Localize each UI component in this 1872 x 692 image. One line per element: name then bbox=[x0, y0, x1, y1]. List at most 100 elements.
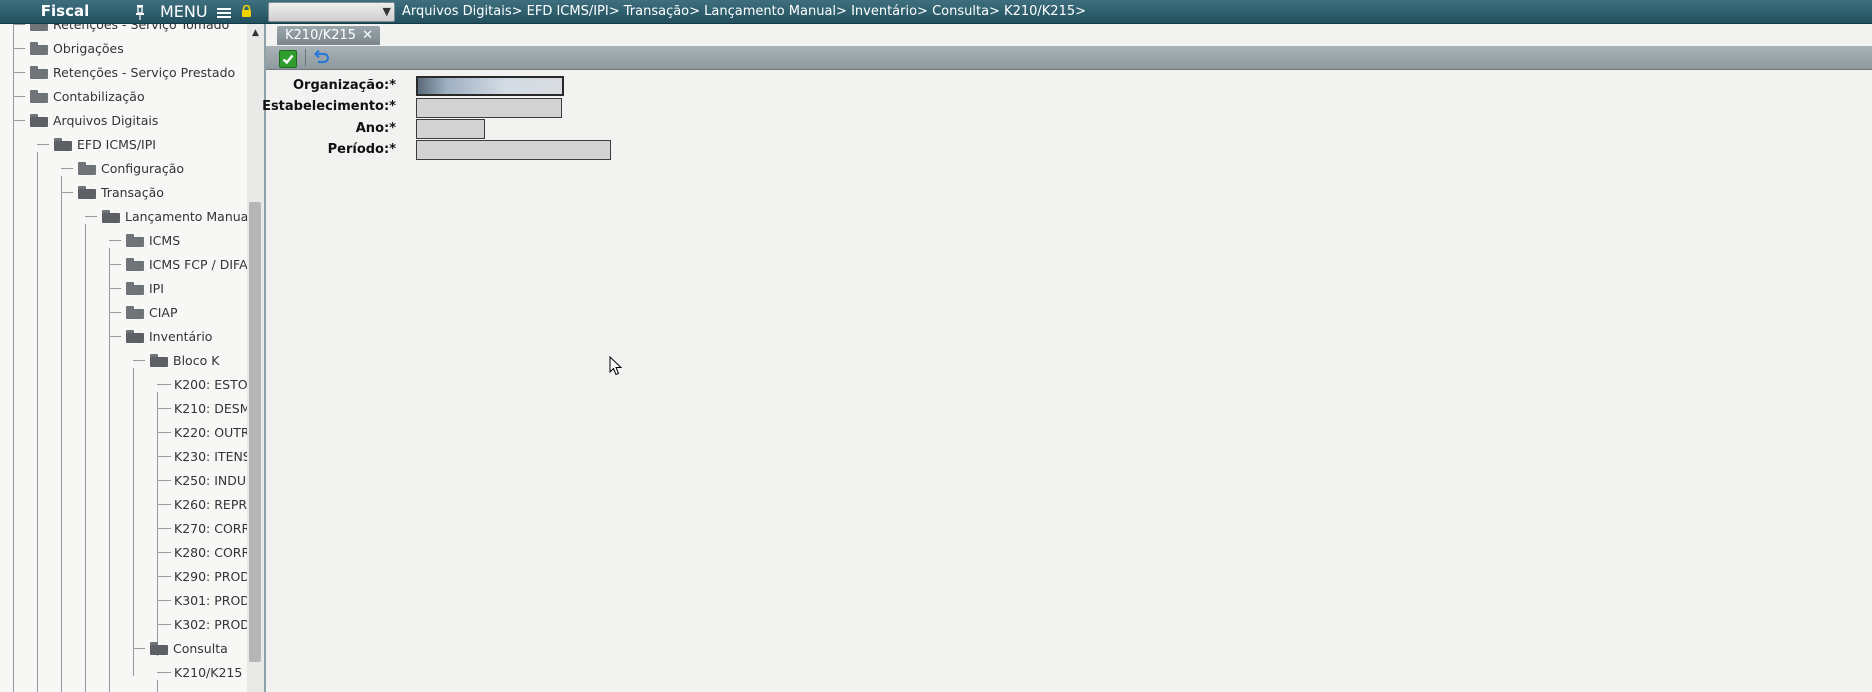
tree-connector bbox=[157, 480, 171, 481]
tree-connector bbox=[157, 624, 171, 625]
estabelecimento-field[interactable] bbox=[416, 98, 562, 118]
tree-connector bbox=[109, 264, 121, 265]
tree-item[interactable]: K210: DESMONTAGEM bbox=[174, 396, 247, 420]
tree-item-label: K250: INDUSTRIALIZAÇÃO bbox=[174, 472, 247, 488]
tree-item[interactable]: K200: ESTOQUE bbox=[174, 372, 247, 396]
pin-icon[interactable] bbox=[135, 4, 149, 20]
tree-item-label: K280: CORREÇÃO bbox=[174, 544, 247, 560]
folder-icon bbox=[30, 24, 48, 31]
tree-item[interactable]: EFD ICMS/IPI bbox=[54, 132, 156, 156]
folder-icon bbox=[30, 42, 48, 55]
tab-k210-k215[interactable]: K210/K215 ✕ bbox=[277, 26, 380, 45]
tree-connector bbox=[157, 672, 171, 673]
ano-row: Ano:* bbox=[266, 119, 396, 139]
tree-item-label: Obrigações bbox=[53, 40, 124, 56]
tree-item[interactable]: Lançamento Manual bbox=[102, 204, 247, 228]
periodo-field[interactable] bbox=[416, 140, 611, 160]
tree-item[interactable]: CIAP bbox=[126, 300, 178, 324]
tree-item[interactable]: K210/K215 bbox=[174, 660, 242, 684]
tree-item[interactable]: K280: CORREÇÃO bbox=[174, 540, 247, 564]
sidebar-scrollbar[interactable]: ▲ bbox=[247, 24, 264, 692]
tree-connector bbox=[157, 576, 171, 577]
menu-button[interactable]: MENU bbox=[160, 0, 231, 23]
folder-open-icon bbox=[150, 642, 168, 655]
tree-item[interactable]: Retenções - Serviço Prestado bbox=[30, 60, 235, 84]
folder-icon bbox=[30, 66, 48, 79]
tree-connector bbox=[133, 368, 134, 676]
tree-item[interactable]: K250: INDUSTRIALIZAÇÃO bbox=[174, 468, 247, 492]
folder-open-icon bbox=[78, 186, 96, 199]
navigation-tree: Retenções - Serviço Tomado Obrigações Rete… bbox=[0, 24, 247, 692]
menu-label: MENU bbox=[160, 2, 208, 21]
tree-item-label: Consulta bbox=[173, 640, 228, 656]
tree-item[interactable]: Configuração bbox=[78, 156, 184, 180]
tree-connector bbox=[109, 240, 121, 241]
folder-icon bbox=[30, 90, 48, 103]
undo-button[interactable] bbox=[313, 49, 331, 66]
tree-item[interactable]: Arquivos Digitais bbox=[30, 108, 158, 132]
top-bar: Fiscal MENU ▼ Arquivos Digitais> EFD ICM… bbox=[0, 0, 1872, 24]
tree-connector bbox=[13, 24, 14, 692]
folder-open-icon bbox=[150, 354, 168, 367]
tree-item-label: Bloco K bbox=[173, 352, 220, 368]
app-title: Fiscal bbox=[40, 2, 90, 20]
ano-label: Ano:* bbox=[355, 121, 396, 136]
ano-field[interactable] bbox=[416, 119, 485, 139]
tree-item-label: Inventário bbox=[149, 328, 213, 344]
close-icon[interactable]: ✕ bbox=[362, 28, 373, 43]
tree-item-label: EFD ICMS/IPI bbox=[77, 136, 156, 152]
confirm-button[interactable] bbox=[279, 50, 297, 68]
tree-item-label: K220: OUTRAS bbox=[174, 424, 247, 440]
tree-item-label: K210: DESMONTAGEM bbox=[174, 400, 247, 416]
tree-item[interactable]: ICMS FCP / DIFAL bbox=[126, 252, 247, 276]
tree-connector bbox=[13, 72, 25, 73]
tree-connector bbox=[157, 504, 171, 505]
tree-connector bbox=[157, 528, 171, 529]
tree-item-label: K270: CORREÇÃO bbox=[174, 520, 247, 536]
folder-icon bbox=[126, 258, 144, 271]
undo-icon bbox=[313, 49, 330, 64]
tree-connector bbox=[157, 456, 171, 457]
tree-item[interactable]: K270: CORREÇÃO bbox=[174, 516, 247, 540]
tree-item[interactable]: Obrigações bbox=[30, 36, 124, 60]
tree-connector bbox=[37, 152, 38, 692]
tree-item[interactable]: Retenções - Serviço Tomado bbox=[30, 24, 229, 36]
tree-item[interactable]: K220: OUTRAS bbox=[174, 420, 247, 444]
tree-connector bbox=[13, 120, 25, 121]
tree-item[interactable]: K230: ITENS bbox=[174, 444, 247, 468]
tree-item[interactable]: IPI bbox=[126, 276, 164, 300]
tree-item[interactable]: K260: REPROCESSAMENTO bbox=[174, 492, 247, 516]
tree-item[interactable]: ICMS bbox=[126, 228, 180, 252]
module-select[interactable]: ▼ bbox=[268, 2, 395, 22]
tree-connector bbox=[157, 384, 171, 385]
tree-item[interactable]: K290: PRODUÇÃO bbox=[174, 564, 247, 588]
folder-open-icon bbox=[126, 330, 144, 343]
tree-item[interactable]: Bloco K bbox=[150, 348, 219, 372]
tree-item-label: Contabilização bbox=[53, 88, 145, 104]
breadcrumb: Arquivos Digitais> EFD ICMS/IPI> Transaç… bbox=[402, 4, 1087, 19]
scroll-up-arrow-icon[interactable]: ▲ bbox=[247, 26, 264, 40]
sidebar: Retenções - Serviço Tomado Obrigações Rete… bbox=[0, 24, 266, 692]
tree-item-label: K260: REPROCESSAMENTO bbox=[174, 496, 247, 512]
tree-connector bbox=[13, 48, 25, 49]
folder-icon bbox=[126, 306, 144, 319]
tree-connector bbox=[157, 432, 171, 433]
scroll-thumb[interactable] bbox=[249, 202, 261, 662]
tree-item-label: IPI bbox=[149, 280, 164, 296]
tree-connector bbox=[133, 360, 145, 361]
organizacao-field[interactable] bbox=[416, 76, 564, 96]
folder-open-icon bbox=[30, 114, 48, 127]
tree-connector bbox=[61, 192, 73, 193]
tree-item[interactable]: Inventário bbox=[126, 324, 212, 348]
tree-connector bbox=[109, 312, 121, 313]
organizacao-row: Organização:* bbox=[266, 76, 396, 96]
tree-item[interactable]: K302: PRODUÇÃO bbox=[174, 612, 247, 636]
tree-item[interactable]: K301: PRODUÇÃO bbox=[174, 588, 247, 612]
folder-open-icon bbox=[102, 210, 120, 223]
tree-item[interactable]: Transação bbox=[78, 180, 164, 204]
lock-icon[interactable] bbox=[241, 4, 252, 17]
periodo-label: Período:* bbox=[327, 142, 396, 157]
tree-item[interactable]: Contabilização bbox=[30, 84, 145, 108]
tree-item[interactable]: Consulta bbox=[150, 636, 228, 660]
tree-connector bbox=[109, 288, 121, 289]
